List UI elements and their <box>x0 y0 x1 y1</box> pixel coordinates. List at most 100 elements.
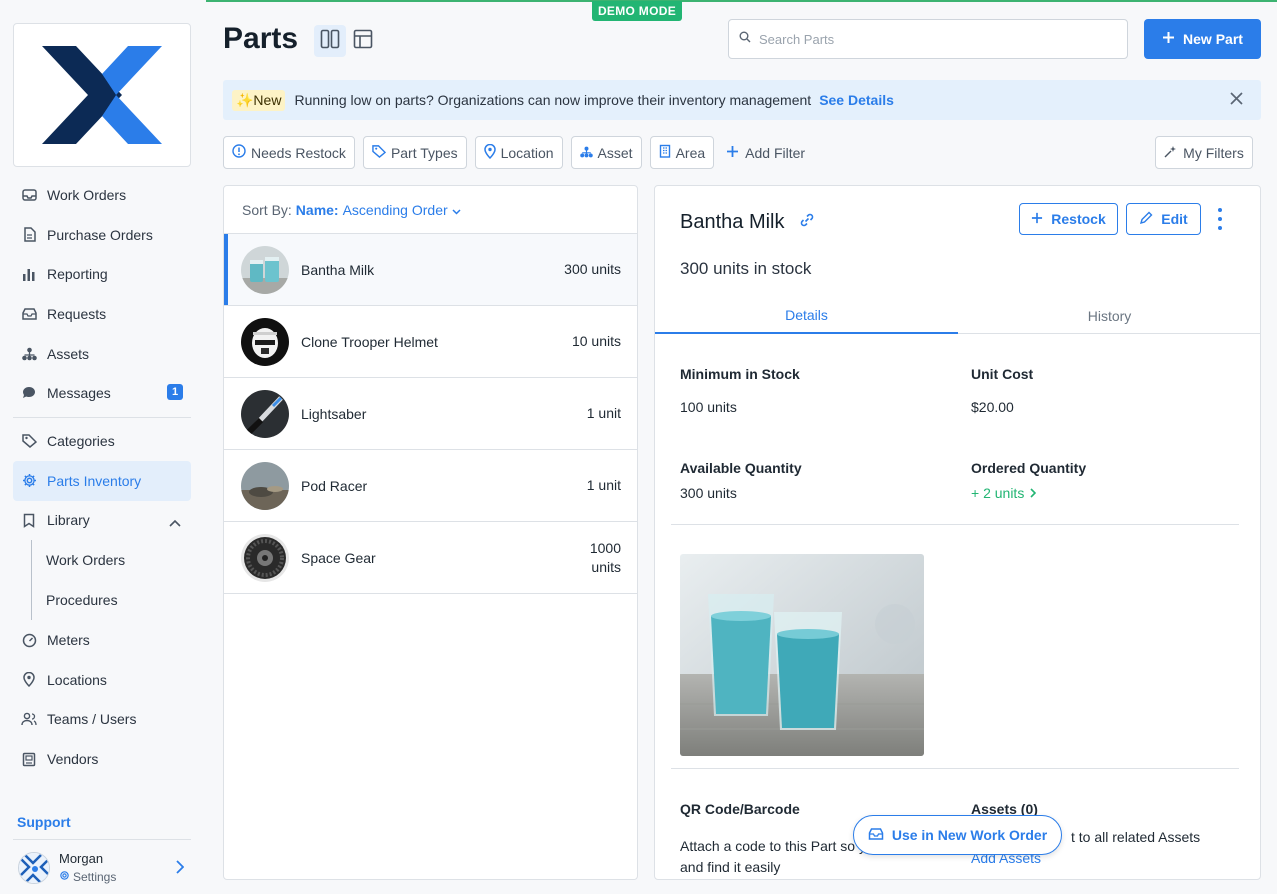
filter-part-types[interactable]: Part Types <box>362 136 467 169</box>
use-in-new-work-order-button[interactable]: Use in New Work Order <box>853 815 1062 855</box>
logo-icon <box>42 46 162 144</box>
part-name: Lightsaber <box>301 405 367 422</box>
tab-history[interactable]: History <box>958 298 1260 334</box>
sidebar-item-messages[interactable]: Messages 1 <box>13 373 191 413</box>
part-name: Pod Racer <box>301 477 368 494</box>
close-icon[interactable] <box>1230 92 1243 108</box>
sidebar: Work Orders Purchase Orders Reporting Re… <box>0 0 206 894</box>
part-quantity-unit: units <box>591 558 621 575</box>
min-stock-label: Minimum in Stock <box>680 366 800 382</box>
alert-circle-icon <box>232 144 246 161</box>
divider <box>671 768 1239 769</box>
sidebar-item-library[interactable]: Library <box>13 501 191 541</box>
support-link[interactable]: Support <box>17 814 71 830</box>
filter-location[interactable]: Location <box>474 136 563 169</box>
sidebar-subitem-work-orders[interactable]: Work Orders <box>32 540 191 580</box>
add-filter-button[interactable]: Add Filter <box>722 136 805 169</box>
restock-button[interactable]: Restock <box>1019 203 1118 235</box>
more-options-icon[interactable] <box>1213 208 1227 230</box>
ordered-qty-label: Ordered Quantity <box>971 460 1087 476</box>
sidebar-item-label: Locations <box>47 671 107 688</box>
search-input[interactable] <box>759 31 1099 47</box>
sparkle-icon <box>1164 145 1177 161</box>
sidebar-item-locations[interactable]: Locations <box>13 660 191 700</box>
bookmark-icon <box>21 512 37 528</box>
user-settings-link[interactable]: Settings <box>59 870 116 884</box>
link-icon[interactable] <box>799 211 815 234</box>
list-item[interactable]: Clone Trooper Helmet 10 units <box>224 306 637 378</box>
sidebar-item-label: Library <box>47 512 90 529</box>
my-filters-button[interactable]: My Filters <box>1155 136 1253 169</box>
sidebar-item-label: Meters <box>47 632 90 649</box>
sort-control[interactable]: Sort By: Name: Ascending Order <box>224 186 637 234</box>
split-view-button[interactable] <box>314 25 346 57</box>
filter-asset[interactable]: Asset <box>570 136 642 169</box>
list-item[interactable]: Pod Racer 1 unit <box>224 450 637 522</box>
library-submenu: Work Orders Procedures <box>31 540 191 621</box>
inbox-icon <box>21 187 37 203</box>
edit-label: Edit <box>1161 211 1188 227</box>
chevron-right-icon <box>1030 485 1037 501</box>
tag-icon <box>372 144 387 161</box>
sidebar-item-requests[interactable]: Requests <box>13 294 191 334</box>
table-view-button[interactable] <box>347 25 379 57</box>
new-part-button[interactable]: New Part <box>1144 19 1261 59</box>
new-part-label: New Part <box>1183 31 1243 47</box>
tray-icon <box>868 827 884 844</box>
chevron-up-icon[interactable] <box>169 514 181 530</box>
sidebar-item-label: Parts Inventory <box>47 472 142 489</box>
user-menu[interactable]: Morgan Settings <box>18 850 190 886</box>
use-button-label: Use in New Work Order <box>891 827 1048 843</box>
columns-icon <box>320 29 340 54</box>
building-icon <box>659 144 671 161</box>
filter-needs-restock[interactable]: Needs Restock <box>223 136 355 169</box>
sidebar-item-teams-users[interactable]: Teams / Users <box>13 700 191 740</box>
available-qty-value: 300 units <box>680 485 737 501</box>
sidebar-item-label: Teams / Users <box>47 711 137 728</box>
part-name: Space Gear <box>301 549 376 566</box>
sidebar-item-parts-inventory[interactable]: Parts Inventory <box>13 460 191 501</box>
chat-icon <box>21 385 37 401</box>
part-thumbnail <box>241 533 289 582</box>
table-layout-icon <box>353 29 373 54</box>
filter-label: Location <box>500 144 554 161</box>
qr-code-label: QR Code/Barcode <box>680 801 800 817</box>
part-name: Bantha Milk <box>301 261 375 278</box>
sidebar-item-categories[interactable]: Categories <box>13 421 191 461</box>
sidebar-item-reporting[interactable]: Reporting <box>13 254 191 294</box>
sidebar-item-purchase-orders[interactable]: Purchase Orders <box>13 215 191 255</box>
gear-icon <box>21 473 37 489</box>
sidebar-item-meters[interactable]: Meters <box>13 620 191 660</box>
qr-text-line1: Attach a code to this Part so y <box>680 838 866 854</box>
list-item[interactable]: Lightsaber 1 unit <box>224 378 637 450</box>
tab-details[interactable]: Details <box>655 298 958 334</box>
sidebar-item-label: Categories <box>47 432 115 449</box>
sidebar-nav: Work Orders Purchase Orders Reporting Re… <box>13 175 191 779</box>
parts-list-panel: Sort By: Name: Ascending Order Bantha Mi… <box>223 185 638 880</box>
assets-description: t to all related Assets <box>1071 829 1201 845</box>
plus-icon <box>1162 31 1175 47</box>
ordered-qty-link[interactable]: + 2 units <box>971 485 1037 501</box>
chevron-right-icon[interactable] <box>176 860 185 879</box>
avatar <box>18 852 50 884</box>
filter-label: Needs Restock <box>251 144 346 161</box>
sidebar-item-label: Messages <box>47 385 111 402</box>
filter-label: Asset <box>597 144 633 161</box>
part-name: Clone Trooper Helmet <box>301 333 438 350</box>
list-item[interactable]: Space Gear 1000 units <box>224 522 637 594</box>
sidebar-subitem-procedures[interactable]: Procedures <box>32 580 191 620</box>
part-photo[interactable] <box>680 554 924 756</box>
filter-area[interactable]: Area <box>649 136 715 169</box>
filter-label: Area <box>675 144 706 161</box>
hierarchy-icon <box>579 145 593 161</box>
chevron-down-icon <box>452 202 461 218</box>
list-item[interactable]: Bantha Milk 300 units <box>224 234 637 306</box>
sidebar-item-assets[interactable]: Assets <box>13 334 191 374</box>
users-icon <box>21 711 37 727</box>
sidebar-item-vendors[interactable]: Vendors <box>13 739 191 779</box>
my-filters-label: My Filters <box>1183 144 1244 161</box>
sidebar-item-work-orders[interactable]: Work Orders <box>13 175 191 215</box>
edit-button[interactable]: Edit <box>1126 203 1201 235</box>
logo[interactable] <box>13 23 191 167</box>
see-details-link[interactable]: See Details <box>819 92 894 108</box>
